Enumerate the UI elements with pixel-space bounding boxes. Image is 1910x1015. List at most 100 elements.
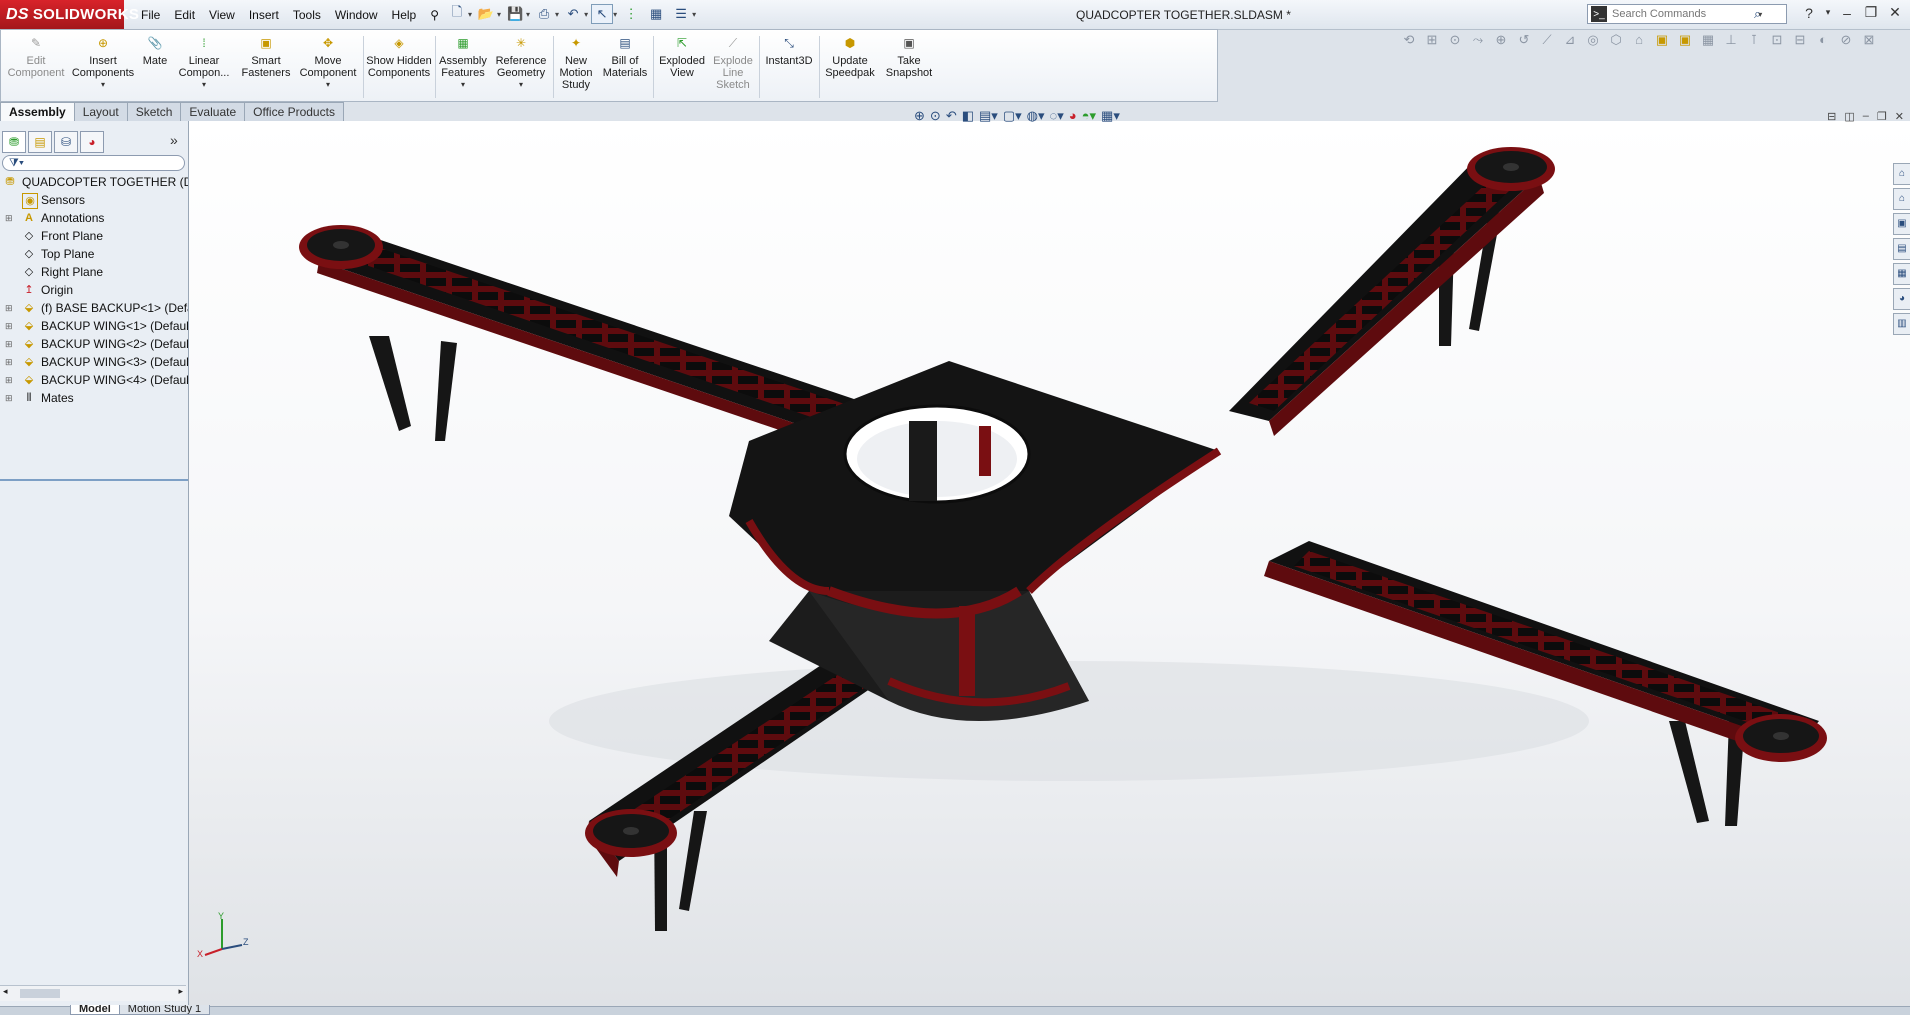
toolbar-tool-icon[interactable]: ⌂ bbox=[1630, 32, 1648, 50]
new-document-icon[interactable]: 🗋 bbox=[446, 4, 468, 24]
options-icon[interactable]: ☰ bbox=[670, 4, 692, 24]
instant3d-button[interactable]: ⤡ Instant3D bbox=[761, 34, 817, 100]
apply-scene-icon[interactable]: ◓▾ bbox=[1082, 108, 1096, 124]
close-icon[interactable]: ✕ bbox=[1886, 4, 1904, 21]
toolbar-tool-icon[interactable]: ▣ bbox=[1653, 32, 1671, 50]
bill-of-materials-button[interactable]: ▤ Bill of Materials bbox=[599, 34, 651, 100]
linear-component-pattern-button[interactable]: ⁞ Linear Compon... ▾ bbox=[173, 34, 235, 100]
tree-item-front-plane[interactable]: ◇ Front Plane bbox=[0, 227, 188, 245]
new-dropdown-icon[interactable]: ▾ bbox=[468, 10, 472, 19]
tab-office-products[interactable]: Office Products bbox=[244, 102, 344, 122]
edit-appearance-icon[interactable]: ◕ bbox=[1069, 108, 1077, 124]
appearances-icon[interactable]: ◕ bbox=[1893, 288, 1910, 310]
expand-toggle-icon[interactable]: ⊞ bbox=[5, 371, 15, 389]
tab-layout[interactable]: Layout bbox=[73, 102, 128, 122]
open-dropdown-icon[interactable]: ▾ bbox=[497, 10, 501, 19]
move-component-dropdown-icon[interactable]: ▾ bbox=[326, 79, 330, 91]
toolbar-tool-icon[interactable]: ⊥ bbox=[1722, 32, 1740, 50]
home-icon[interactable]: ⌂ bbox=[1893, 188, 1910, 210]
search-input[interactable] bbox=[1610, 7, 1754, 21]
toolbar-tool-icon[interactable]: ↺ bbox=[1515, 32, 1533, 50]
section-view-icon[interactable]: ◧ bbox=[962, 108, 974, 124]
open-folder-icon[interactable]: 📂 bbox=[475, 4, 497, 24]
mate-button[interactable]: 📎 Mate bbox=[139, 34, 171, 100]
print-icon[interactable]: ⎙ bbox=[533, 4, 555, 24]
toolbar-tool-icon[interactable]: ◎ bbox=[1584, 32, 1602, 50]
take-snapshot-button[interactable]: ▣ Take Snapshot bbox=[881, 34, 937, 100]
save-icon[interactable]: 💾 bbox=[504, 4, 526, 24]
split-horizontal-icon[interactable]: ⊟ bbox=[1827, 110, 1836, 123]
configuration-manager-tab-icon[interactable]: ⛁ bbox=[54, 131, 78, 153]
menu-help[interactable]: Help bbox=[385, 6, 424, 24]
move-component-button[interactable]: ✥ Move Component ▾ bbox=[295, 34, 361, 100]
toolbar-tool-icon[interactable]: ⊟ bbox=[1791, 32, 1809, 50]
expand-toggle-icon[interactable]: ⊞ bbox=[5, 389, 15, 407]
expand-toggle-icon[interactable]: ⊞ bbox=[5, 209, 15, 227]
tree-item-backup-wing-2[interactable]: ⊞ ⬙ BACKUP WING<2> (Default<<Default>_Di… bbox=[0, 335, 188, 353]
tree-root-assembly[interactable]: ⛃ QUADCOPTER TOGETHER (Default<Display S… bbox=[0, 173, 188, 191]
toolbar-tool-icon[interactable]: ◐ bbox=[1814, 32, 1832, 50]
toolbar-tool-icon[interactable]: ⊙ bbox=[1446, 32, 1464, 50]
expand-panel-icon[interactable]: » bbox=[170, 132, 178, 148]
tree-rollback-bar[interactable] bbox=[0, 479, 188, 481]
select-pointer-icon[interactable]: ↖ bbox=[591, 4, 614, 24]
assembly-features-dropdown-icon[interactable]: ▾ bbox=[461, 79, 465, 91]
undo-dropdown-icon[interactable]: ▾ bbox=[584, 10, 588, 19]
explode-line-sketch-button[interactable]: ⟋ Explode Line Sketch bbox=[709, 34, 757, 100]
view-orientation-icon[interactable]: ▢▾ bbox=[1003, 108, 1022, 124]
zoom-to-fit-icon[interactable]: ⊕ bbox=[914, 108, 925, 124]
toolbar-tool-icon[interactable]: ⊞ bbox=[1423, 32, 1441, 50]
minimize-icon[interactable]: – bbox=[1838, 5, 1856, 21]
tab-evaluate[interactable]: Evaluate bbox=[180, 102, 246, 122]
tree-item-top-plane[interactable]: ◇ Top Plane bbox=[0, 245, 188, 263]
exploded-view-button[interactable]: ⇱ Exploded View bbox=[655, 34, 709, 100]
update-speedpak-button[interactable]: ⬢ Update Speedpak bbox=[821, 34, 879, 100]
tree-item-mates[interactable]: ⊞ ⫴ Mates bbox=[0, 389, 188, 407]
tree-item-base-backup[interactable]: ⊞ ⬙ (f) BASE BACKUP<1> (Default<<Default… bbox=[0, 299, 188, 317]
file-properties-icon[interactable]: ▦ bbox=[645, 4, 667, 24]
smart-fasteners-button[interactable]: ▣ Smart Fasteners bbox=[237, 34, 295, 100]
menu-view[interactable]: View bbox=[202, 6, 242, 24]
print-dropdown-icon[interactable]: ▾ bbox=[555, 10, 559, 19]
solidworks-resources-icon[interactable]: ⌂ bbox=[1893, 163, 1910, 185]
pin-menu-icon[interactable]: ⚲ bbox=[423, 6, 446, 24]
feature-manager-tab-icon[interactable]: ⛃ bbox=[2, 131, 26, 153]
tree-horizontal-scrollbar[interactable]: ◂ ▸ bbox=[0, 985, 186, 1001]
toolbar-tool-icon[interactable]: ⊡ bbox=[1768, 32, 1786, 50]
split-vertical-icon[interactable]: ◫ bbox=[1844, 110, 1854, 123]
expand-toggle-icon[interactable]: ⊞ bbox=[5, 299, 15, 317]
new-motion-study-button[interactable]: ✦ New Motion Study bbox=[555, 34, 597, 100]
expand-toggle-icon[interactable]: ⊞ bbox=[5, 353, 15, 371]
toolbar-tool-icon[interactable]: ⊠ bbox=[1860, 32, 1878, 50]
reference-geometry-button[interactable]: ✳ Reference Geometry ▾ bbox=[491, 34, 551, 100]
file-explorer-icon[interactable]: ▤ bbox=[1893, 238, 1910, 260]
linear-pattern-dropdown-icon[interactable]: ▾ bbox=[202, 79, 206, 91]
edit-component-button[interactable]: ✎ Edit Component bbox=[5, 34, 67, 100]
save-dropdown-icon[interactable]: ▾ bbox=[526, 10, 530, 19]
tree-item-origin[interactable]: ↥ Origin bbox=[0, 281, 188, 299]
scroll-right-icon[interactable]: ▸ bbox=[178, 986, 183, 997]
undo-icon[interactable]: ↶ bbox=[562, 4, 584, 24]
tree-item-annotations[interactable]: ⊞ A Annotations bbox=[0, 209, 188, 227]
search-commands-box[interactable]: >_ ⌕ ▾ bbox=[1587, 4, 1787, 24]
tab-sketch[interactable]: Sketch bbox=[126, 102, 182, 122]
menu-window[interactable]: Window bbox=[328, 6, 385, 24]
toolbar-tool-icon[interactable]: ⊕ bbox=[1492, 32, 1510, 50]
solidworks-logo[interactable]: DS SOLIDWORKS bbox=[0, 0, 139, 29]
search-dropdown-icon[interactable]: ▾ bbox=[1758, 10, 1762, 19]
expand-toggle-icon[interactable]: ⊞ bbox=[5, 317, 15, 335]
toolbar-tool-icon[interactable]: ▣ bbox=[1676, 32, 1694, 50]
tree-filter-bar[interactable]: ⧩▾ bbox=[2, 155, 185, 171]
tree-item-backup-wing-1[interactable]: ⊞ ⬙ BACKUP WING<1> (Default<<Default>_Di… bbox=[0, 317, 188, 335]
toolbar-tool-icon[interactable]: ⟲ bbox=[1400, 32, 1418, 50]
reference-geometry-dropdown-icon[interactable]: ▾ bbox=[519, 79, 523, 91]
options-dropdown-icon[interactable]: ▾ bbox=[692, 10, 696, 19]
menu-edit[interactable]: Edit bbox=[167, 6, 202, 24]
show-hidden-components-button[interactable]: ◈ Show Hidden Components bbox=[365, 34, 433, 100]
help-icon[interactable]: ? bbox=[1800, 5, 1818, 21]
tree-item-right-plane[interactable]: ◇ Right Plane bbox=[0, 263, 188, 281]
menu-insert[interactable]: Insert bbox=[242, 6, 286, 24]
appearance-manager-tab-icon[interactable]: ◕ bbox=[80, 131, 104, 153]
property-manager-tab-icon[interactable]: ▤ bbox=[28, 131, 52, 153]
toolbar-tool-icon[interactable]: ▦ bbox=[1699, 32, 1717, 50]
